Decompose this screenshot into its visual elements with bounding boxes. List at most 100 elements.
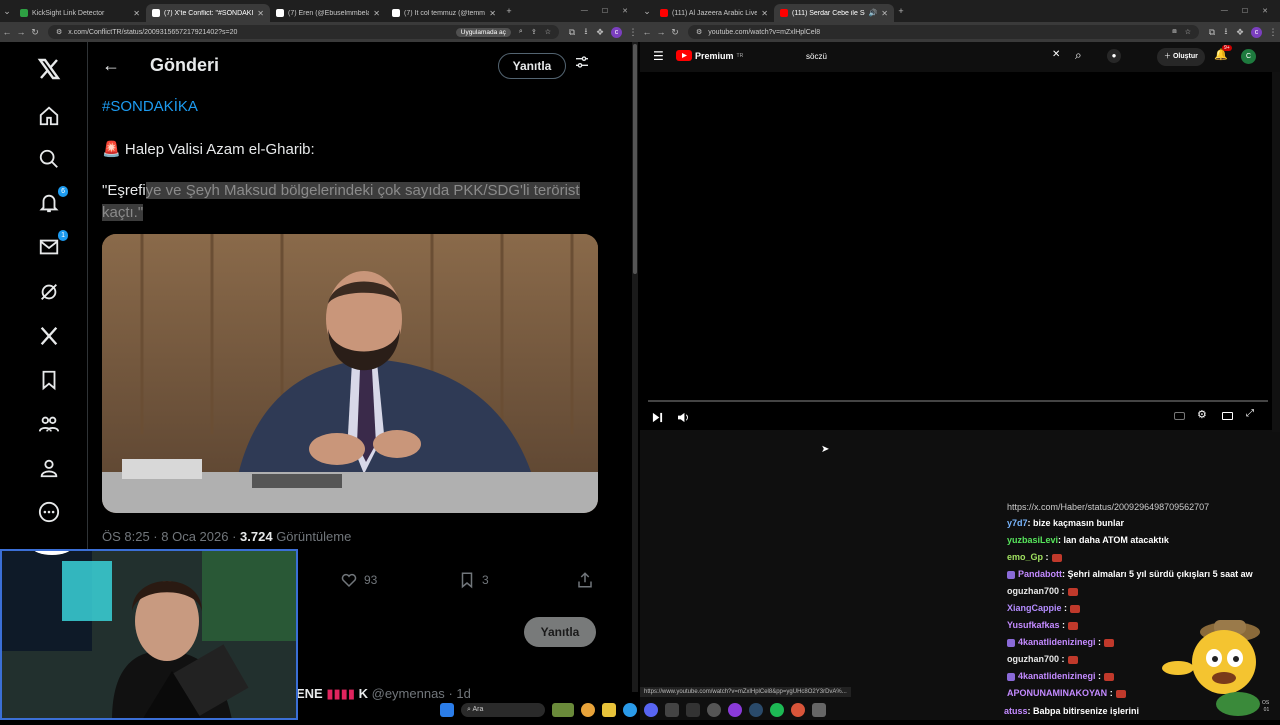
mic-icon[interactable]: ●: [1107, 49, 1121, 63]
reply-button[interactable]: Yanıtla: [524, 617, 596, 647]
tab-x-eren[interactable]: (7) Eren (@Ebuselmmbelarus) / ✕: [270, 4, 386, 22]
close-icon[interactable]: ✕: [881, 9, 888, 18]
new-tab-icon[interactable]: +: [502, 6, 516, 16]
share-button[interactable]: [576, 571, 594, 594]
tab-x-temmuz[interactable]: (7) It col temmuz (@temmuz1l ✕: [386, 4, 502, 22]
new-tab-icon[interactable]: +: [894, 6, 908, 16]
like-button[interactable]: 93: [340, 571, 377, 589]
share-icon[interactable]: ⇪: [531, 28, 537, 36]
windows-start-icon[interactable]: [440, 702, 454, 717]
close-icon[interactable]: ✕: [489, 9, 496, 18]
back-icon[interactable]: ←: [0, 27, 14, 37]
site-info-icon[interactable]: ⚙: [56, 28, 62, 36]
window-close-icon[interactable]: ✕: [1262, 7, 1268, 15]
reload-icon[interactable]: ↻: [668, 27, 682, 38]
next-reply-handle[interactable]: @eymennas: [372, 686, 445, 701]
close-icon[interactable]: ✕: [373, 9, 380, 18]
scroll-thumb[interactable]: [633, 44, 637, 274]
left-scrollbar[interactable]: [632, 42, 638, 692]
bookmark-star-icon[interactable]: ☆: [1185, 28, 1191, 36]
steam-icon[interactable]: [749, 702, 763, 717]
menu-icon[interactable]: ⋮: [1266, 27, 1280, 38]
hamburger-icon[interactable]: ☰: [653, 49, 664, 63]
theater-mode-icon[interactable]: [1222, 412, 1233, 420]
window-close-icon[interactable]: ✕: [622, 7, 628, 15]
reload-icon[interactable]: ↻: [28, 27, 42, 38]
address-bar[interactable]: ⚙ x.com/ConflictTR/status/20093156572179…: [48, 25, 559, 39]
premium-x-icon[interactable]: [36, 323, 62, 349]
back-arrow-icon[interactable]: ←: [102, 55, 120, 76]
cast-icon[interactable]: ⧈: [1172, 28, 1176, 36]
fullscreen-icon[interactable]: ⤢: [1246, 408, 1254, 419]
file-explorer-icon[interactable]: [602, 702, 616, 717]
communities-icon[interactable]: [36, 411, 62, 437]
extension-icon[interactable]: ❖: [593, 27, 607, 38]
create-button[interactable]: ＋ Oluştur: [1157, 48, 1205, 66]
maximize-icon[interactable]: ☐: [602, 7, 608, 15]
site-info-icon[interactable]: ⚙: [696, 28, 702, 36]
hashtag-link[interactable]: #SONDAKİKA: [102, 98, 198, 115]
system-tray-clock[interactable]: OS 01: [1262, 700, 1269, 714]
maximize-icon[interactable]: ☐: [1242, 7, 1248, 15]
open-in-app-button[interactable]: Uygulamada aç: [455, 27, 511, 37]
bookmarks-icon[interactable]: [36, 367, 62, 393]
notifications-icon[interactable]: 6: [36, 186, 68, 216]
download-icon[interactable]: ⭳: [579, 24, 593, 40]
speaker-icon[interactable]: 🔊: [869, 9, 878, 17]
more-icon[interactable]: [36, 499, 62, 525]
home-icon[interactable]: [36, 103, 62, 129]
video-player[interactable]: [640, 72, 1272, 430]
download-icon[interactable]: ⭳: [1219, 24, 1233, 40]
discord-icon[interactable]: [644, 702, 658, 717]
captions-icon[interactable]: [1174, 412, 1185, 420]
app-icon[interactable]: [791, 702, 805, 717]
yt-search-input[interactable]: söczü: [800, 48, 1066, 66]
profile-avatar[interactable]: c: [1251, 26, 1262, 38]
messages-icon[interactable]: 1: [36, 230, 68, 260]
forward-icon[interactable]: →: [654, 27, 668, 37]
chat-top-url[interactable]: https://x.com/Haber/status/2009296498709…: [1007, 502, 1209, 512]
tab-search-icon[interactable]: ⌄: [0, 6, 14, 17]
progress-bar[interactable]: [648, 400, 1268, 402]
extension-icon[interactable]: ❖: [1233, 27, 1247, 38]
forward-icon[interactable]: →: [14, 27, 28, 37]
settings-gear-icon[interactable]: ⚙: [1197, 408, 1207, 421]
close-icon[interactable]: ✕: [257, 9, 264, 18]
right-scrollbar[interactable]: [1272, 72, 1280, 432]
minimize-icon[interactable]: —: [581, 7, 588, 15]
zoom-icon[interactable]: ⌕: [519, 28, 523, 36]
sliders-icon[interactable]: [574, 54, 590, 75]
minimize-icon[interactable]: —: [1221, 7, 1228, 15]
extensions-icon[interactable]: ⧉: [1205, 27, 1219, 38]
header-reply-button[interactable]: Yanıtla: [498, 53, 566, 79]
tab-kicksight[interactable]: KickSight Link Detector ✕: [14, 4, 146, 22]
menu-icon[interactable]: ⋮: [626, 27, 640, 38]
tweet-photo[interactable]: [102, 234, 598, 513]
app-icon[interactable]: [665, 702, 679, 717]
clear-search-icon[interactable]: ✕: [1052, 49, 1060, 60]
search-icon[interactable]: [36, 146, 62, 172]
app-icon[interactable]: [812, 702, 826, 717]
next-reply-author[interactable]: ENE: [296, 686, 323, 701]
back-icon[interactable]: ←: [640, 27, 654, 37]
tab-aljazeera[interactable]: (111) Al Jazeera Arabic Live قناة ✕: [654, 4, 774, 22]
tab-search-icon[interactable]: ⌄: [640, 6, 654, 17]
tweet-timestamp[interactable]: ÖS 8:25 · 8 Oca 2026 ·: [102, 529, 240, 544]
yt-avatar[interactable]: C: [1241, 49, 1256, 64]
spotify-icon[interactable]: [770, 702, 784, 717]
app-icon[interactable]: [686, 702, 700, 717]
tab-serdar-cebe[interactable]: (111) Serdar Cebe ile Sözcü 🔊 ✕: [774, 4, 894, 22]
chrome-icon[interactable]: [581, 702, 595, 717]
extensions-icon[interactable]: ⧉: [565, 27, 579, 38]
app-icon[interactable]: [728, 702, 742, 717]
search-icon[interactable]: ⌕: [1075, 48, 1082, 63]
bookmark-star-icon[interactable]: ☆: [545, 28, 551, 36]
address-bar[interactable]: ⚙ youtube.com/watch?v=mZxlHplCel8 ⧈ ☆: [688, 25, 1199, 39]
bookmark-button[interactable]: 3: [458, 571, 489, 589]
x-logo-icon[interactable]: [36, 56, 62, 82]
profile-avatar[interactable]: c: [611, 26, 622, 38]
close-icon[interactable]: ✕: [761, 9, 768, 18]
grok-icon[interactable]: [36, 279, 62, 305]
volume-icon[interactable]: [677, 410, 690, 428]
tab-x-conflict[interactable]: (7) X'te Conflict: "#SONDAKİKA ✕: [146, 4, 270, 22]
